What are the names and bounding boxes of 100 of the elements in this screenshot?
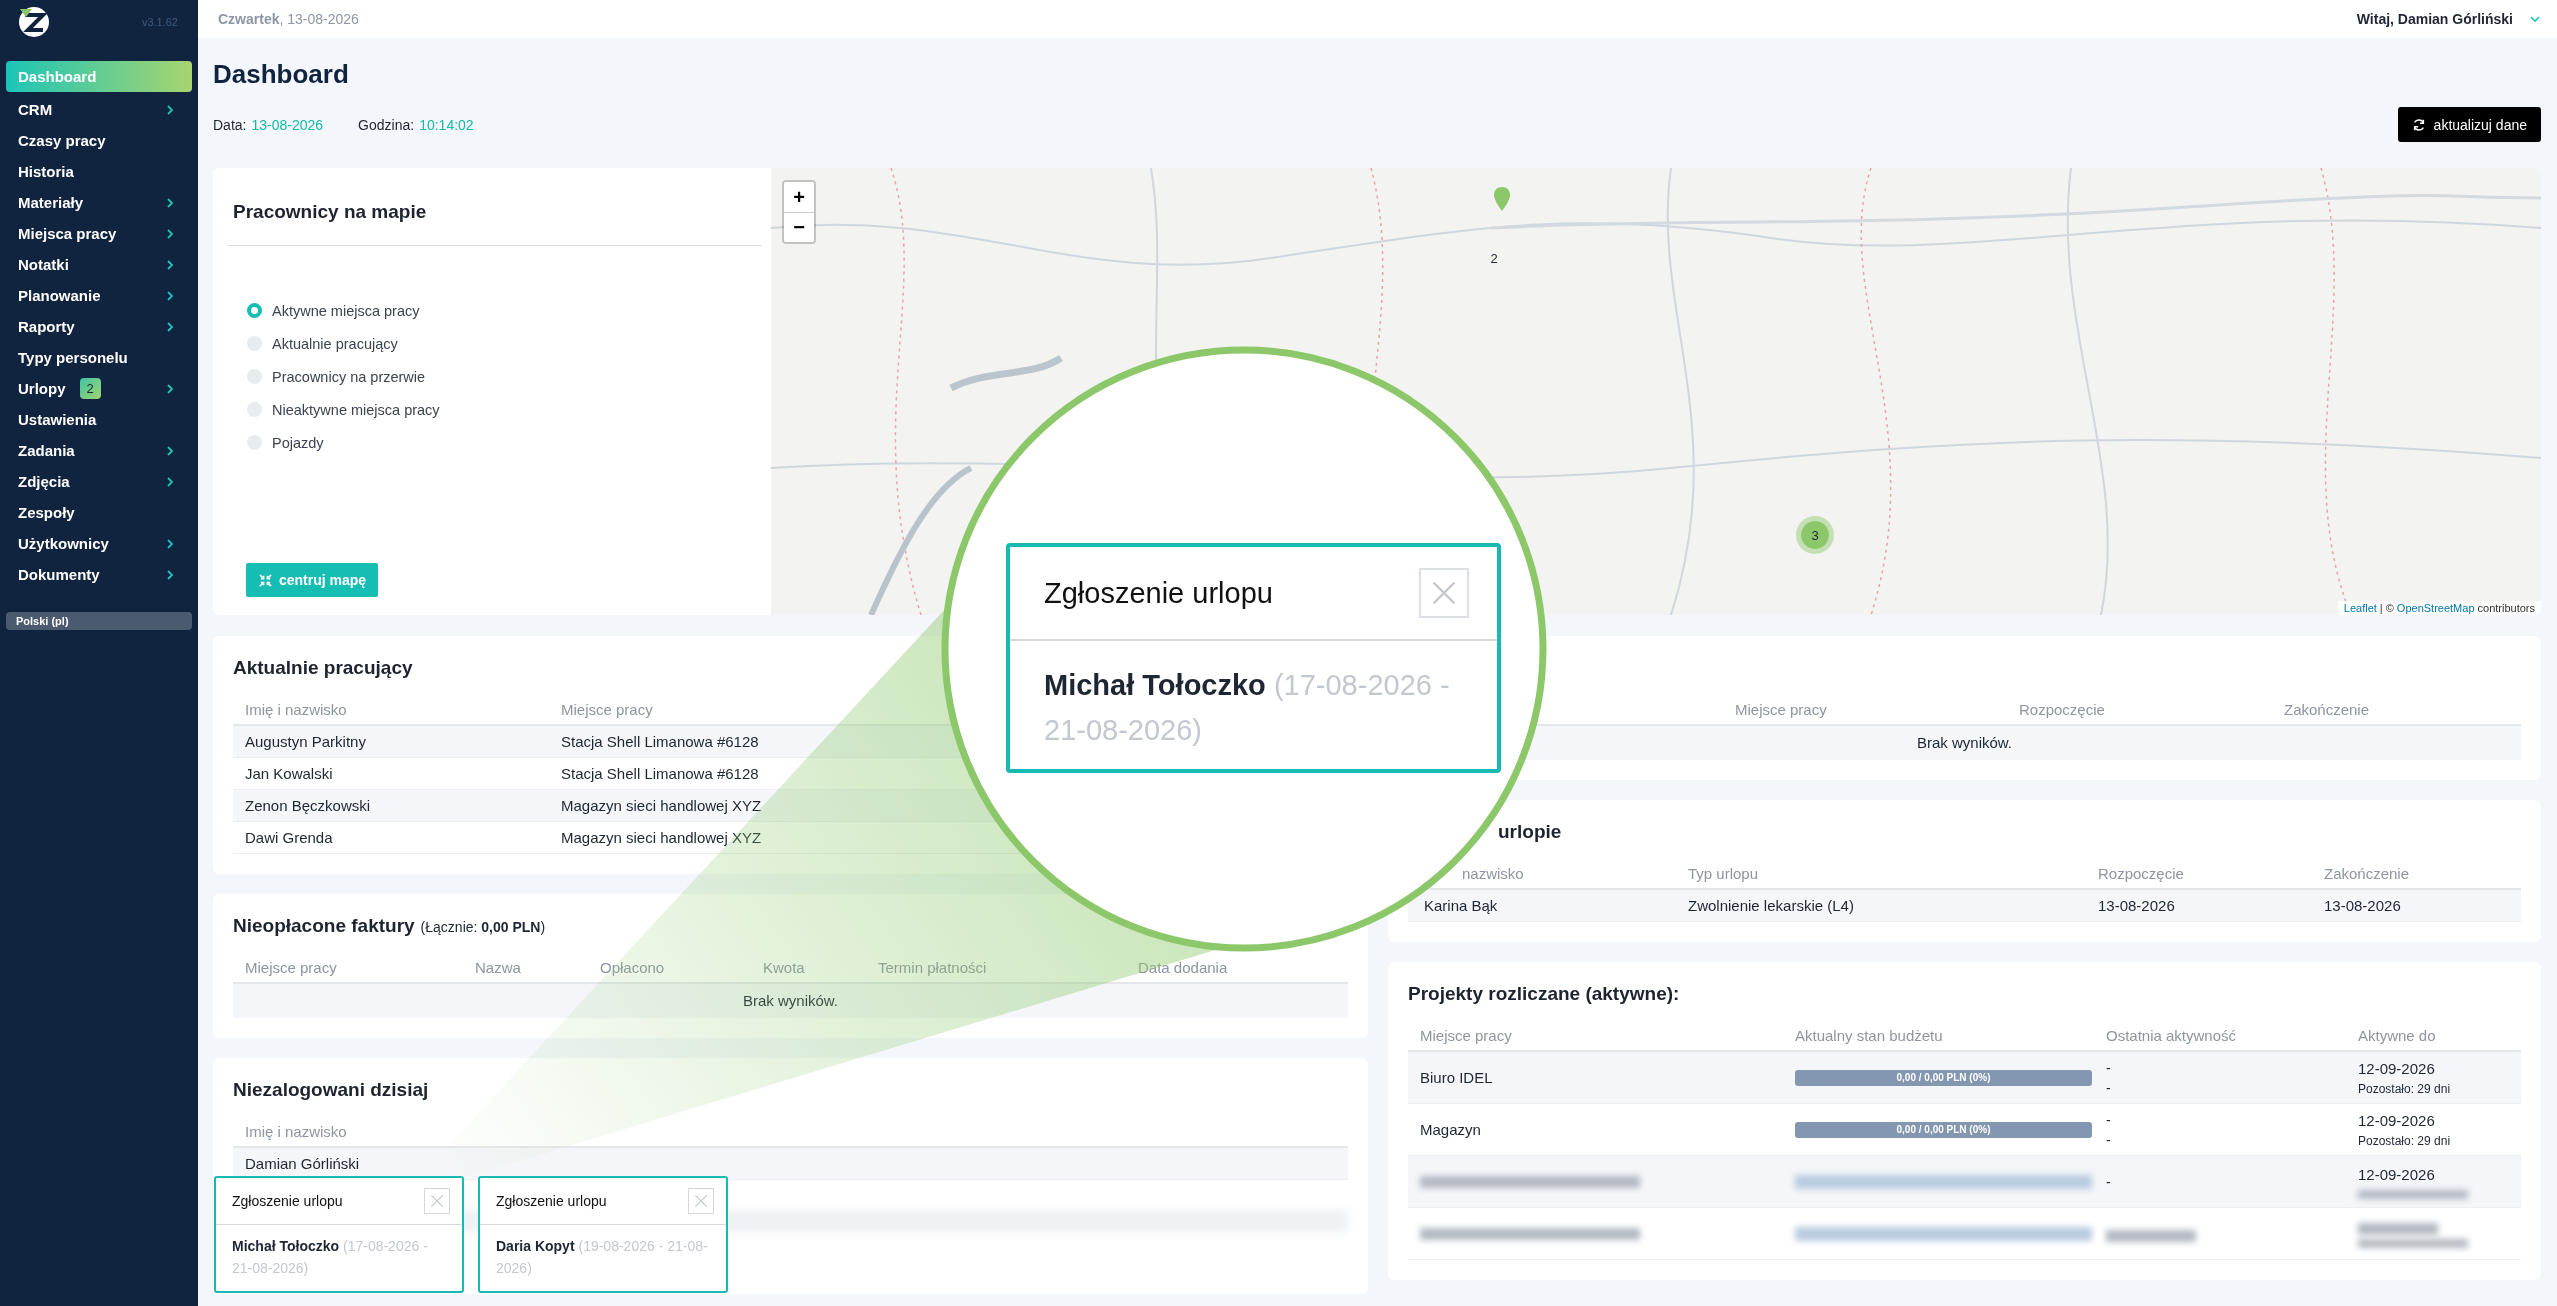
refresh-icon	[2411, 117, 2426, 132]
notification-title: Zgłoszenie urlopu	[232, 1193, 343, 1209]
radio-label[interactable]: Aktualnie pracujący	[272, 335, 398, 352]
user-menu[interactable]: Witaj, Damian Górliński	[2356, 11, 2541, 27]
chevron-right-icon	[166, 196, 174, 209]
end-date: 12-09-2026	[2358, 1110, 2436, 1131]
budget-bar: 0,00 / 0,00 PLN (0%)	[1795, 1121, 2092, 1138]
chevron-right-icon	[166, 444, 174, 457]
nav-item[interactable]: Użytkownicy	[6, 528, 192, 559]
close-button[interactable]	[688, 1188, 714, 1214]
close-button[interactable]	[424, 1188, 450, 1214]
date-value: 13-08-2026	[251, 116, 324, 133]
nav-item[interactable]: Planowanie	[6, 280, 192, 311]
table-cell-text: Magazyn sieci handlowej XYZ	[560, 829, 763, 846]
nav-item[interactable]: Materiały	[6, 187, 192, 218]
table-cell-text: Jan Kowalski	[244, 765, 334, 782]
chevron-right-icon	[166, 320, 174, 333]
chevron-right-icon	[166, 103, 174, 116]
zoom-out-button[interactable]: −	[784, 212, 814, 242]
table-cell-text: Stacja Shell Limanowa #6128	[560, 733, 760, 750]
chevron-right-icon	[166, 289, 174, 302]
nav-item[interactable]: Historia	[6, 156, 192, 187]
column-header: Miejsce pracy	[560, 700, 654, 718]
notification-title: Zgłoszenie urlopu	[1044, 576, 1273, 610]
attribution-text: | ©	[2379, 602, 2394, 614]
chevron-right-icon	[166, 382, 174, 395]
table-cell-text: Karina Bąk	[1423, 897, 1499, 914]
close-button[interactable]	[1419, 568, 1469, 618]
table-cell-text: Dawi Grenda	[244, 829, 334, 846]
time-value: 10:14:02	[419, 116, 474, 133]
remaining-days: Pozostało: 29 dni	[2358, 1079, 2521, 1098]
nav-item[interactable]: Notatki	[6, 249, 192, 280]
radio-label[interactable]: Pojazdy	[272, 434, 324, 451]
column-header: Aktywne do	[2357, 1026, 2437, 1044]
radio-label[interactable]: Nieaktywne miejsca pracy	[272, 401, 440, 418]
column-header: Rozpoczęcie	[2097, 864, 2185, 882]
chevron-right-icon	[166, 568, 174, 581]
card-title: Projekty rozliczane (aktywne):	[1408, 982, 1681, 1006]
column-header: Opłacono	[599, 958, 666, 976]
table-cell-text: Augustyn Parkitny	[244, 733, 367, 750]
column-header: Termin płatności	[877, 958, 988, 976]
count-badge: 2	[79, 378, 101, 399]
attribution-link[interactable]: Leaflet	[2343, 602, 2377, 614]
notification-title: Zgłoszenie urlopu	[496, 1193, 607, 1209]
chevron-down-icon	[2529, 15, 2541, 23]
date-label: Data:	[213, 116, 247, 133]
column-header: nazwisko	[1461, 864, 1525, 882]
language-selector[interactable]: Polski (pl)	[6, 612, 192, 630]
attribution-link[interactable]: OpenStreetMap	[2396, 602, 2475, 614]
column-header: Miejsce pracy	[1419, 1026, 1513, 1044]
nav-item[interactable]: Dokumenty	[6, 559, 192, 590]
remaining-days: Pozostało: 29 dni	[2358, 1131, 2521, 1150]
zoom-in-button[interactable]: +	[784, 182, 814, 212]
invoice-total: (Łącznie: 0,00 PLN)	[420, 919, 546, 935]
nav-item[interactable]: Czasy pracy	[6, 125, 192, 156]
chevron-right-icon	[166, 227, 174, 240]
radio-button[interactable]	[247, 303, 262, 318]
time-label: Godzina:	[358, 116, 415, 133]
nav-item[interactable]: Miejsca pracy	[6, 218, 192, 249]
table-cell-text: Stacja Shell Limanowa #6128	[560, 765, 760, 782]
nav-item[interactable]: CRM	[6, 94, 192, 125]
card-title: Pracownicy na mapie	[233, 200, 428, 224]
end-date: 12-09-2026	[2358, 1058, 2436, 1079]
activity-text: -	[2106, 1078, 2112, 1098]
chevron-right-icon	[166, 537, 174, 550]
map-pin-icon[interactable]	[1493, 186, 1511, 212]
column-header: Zakończenie	[2323, 864, 2411, 882]
map-count-label: 2	[1490, 250, 1498, 266]
chevron-right-icon	[166, 258, 174, 271]
nav-item[interactable]: Zespoły	[6, 497, 192, 528]
logo-icon	[18, 6, 50, 38]
app-version: v3.1.62	[141, 16, 178, 28]
current-date: Czwartek, 13-08-2026	[218, 11, 359, 27]
nav-item[interactable]: Zadania	[6, 435, 192, 466]
activity-text: -	[2106, 1172, 2112, 1192]
card-title: urlopie	[1497, 820, 1563, 844]
column-header: Data dodania	[1137, 958, 1229, 976]
notification-text: Michał Tołoczko (17-08-2026 - 21-08-2026)	[231, 1237, 429, 1278]
table-cell-text: Zenon Bęczkowski	[244, 797, 372, 814]
page-title: Dashboard	[213, 58, 350, 89]
column-header: Zakończenie	[2283, 700, 2371, 718]
close-icon	[429, 1193, 445, 1209]
nav-item[interactable]: Zdjęcia	[6, 466, 192, 497]
nav-item[interactable]: Urlopy 2	[6, 373, 192, 404]
radio-label[interactable]: Aktywne miejsca pracy	[272, 302, 420, 319]
table-cell-text: Biuro IDEL	[1419, 1069, 1494, 1086]
nav-item[interactable]: Typy personelu	[6, 342, 192, 373]
nav-item[interactable]: Ustawienia	[6, 404, 192, 435]
collapse-arrows-icon	[258, 572, 273, 588]
radio-label[interactable]: Pracownicy na przerwie	[272, 368, 426, 385]
nav-item[interactable]: Raporty	[6, 311, 192, 342]
table-cell-text: Zwolnienie lekarskie (L4)	[1687, 897, 1855, 914]
column-header: Aktualny stan budżetu	[1794, 1026, 1944, 1044]
card-title: Niezalogowani dzisiaj	[233, 1078, 430, 1102]
refresh-button[interactable]: aktualizuj dane	[2397, 107, 2541, 142]
column-header: Typ urlopu	[1687, 864, 1760, 882]
column-header: Imię i nazwisko	[244, 700, 348, 718]
end-date: 12-09-2026	[2358, 1165, 2436, 1185]
column-header: Nazwa	[474, 958, 522, 976]
card-title: Aktualnie pracujący	[233, 656, 414, 680]
